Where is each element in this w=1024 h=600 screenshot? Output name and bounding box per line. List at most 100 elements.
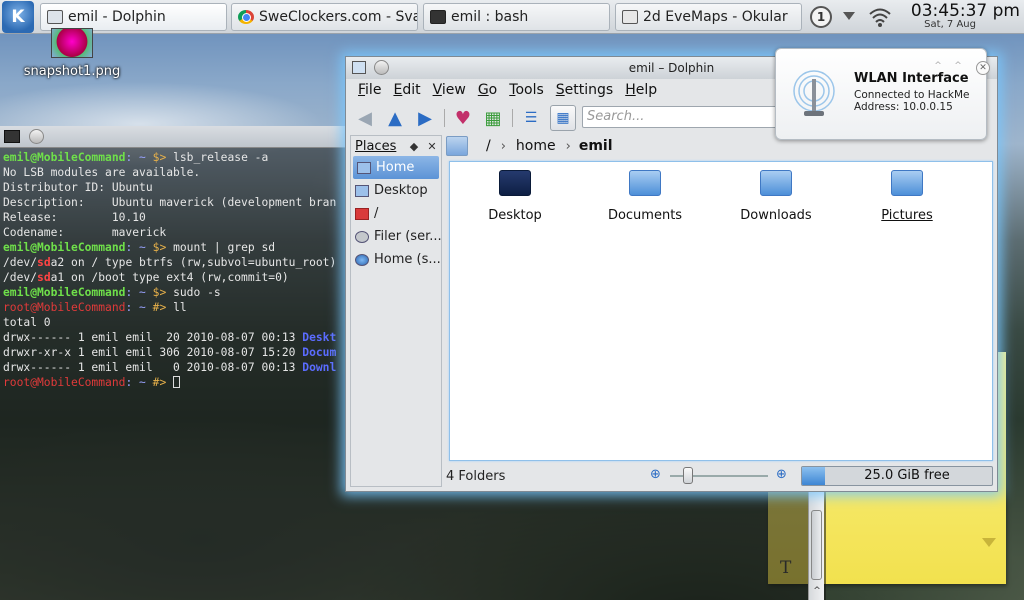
up-icon[interactable]: ▲ (382, 105, 408, 131)
image-file-icon (51, 28, 93, 58)
terminal-text: mount | grep sd (173, 241, 276, 254)
file-view[interactable]: Desktop Documents Downloads Pictures (449, 161, 993, 461)
places-title: Places (355, 138, 397, 154)
folder-icon (629, 170, 661, 196)
scroll-up-icon[interactable]: ^ (812, 586, 822, 596)
filter-icon[interactable]: ♥ (450, 105, 476, 131)
home-location-icon[interactable] (446, 136, 468, 156)
menu-file[interactable]: File (352, 79, 387, 103)
notification-line: Connected to HackMe (854, 89, 970, 101)
terminal-text: Deskt (302, 331, 337, 344)
folder-label: Desktop (488, 208, 542, 223)
close-panel-icon[interactable]: ✕ (423, 140, 441, 153)
float-panel-icon[interactable]: ◆ (405, 140, 423, 153)
zoom-out-icon[interactable]: ⊕ (650, 467, 661, 482)
folder-label: Downloads (740, 208, 812, 223)
back-icon[interactable]: ◀ (352, 105, 378, 131)
notification-up-icon[interactable]: ^ (932, 61, 944, 71)
close-icon[interactable]: ✕ (976, 61, 990, 75)
menu-label-rest: elp (635, 82, 658, 98)
place-label: Desktop (374, 183, 428, 198)
terminal-text: $> (152, 151, 174, 164)
task-okular[interactable]: 2d EveMaps - Okular (615, 3, 802, 31)
terminal-cursor (173, 376, 181, 388)
menu-go[interactable]: Go (472, 79, 503, 103)
folder-item[interactable]: Downloads (721, 170, 831, 223)
terminal-icon[interactable] (4, 130, 20, 143)
terminal-text: total 0 (3, 316, 51, 329)
breadcrumb-separator-icon[interactable]: › (566, 139, 571, 154)
terminal-line: Distributor ID: Ubuntu (3, 180, 346, 195)
terminal-line: emil@MobileCommand: ~ $> sudo -s (3, 285, 346, 300)
window-menu-button[interactable] (29, 129, 44, 144)
terminal-output[interactable]: emil@MobileCommand : ~ $> lsb_release -a N… (0, 150, 346, 590)
terminal-text: Codename: maverick (3, 226, 167, 239)
terminal-text: emil@MobileCommand (3, 286, 126, 299)
breadcrumb-current[interactable]: emil (579, 138, 613, 154)
terminal-text: root@MobileCommand (3, 376, 126, 389)
folder-icon (760, 170, 792, 196)
notification-count-badge[interactable]: 1 (810, 6, 832, 28)
wlan-notification[interactable]: ^ ^ ✕ WLAN Interface Connected to HackMe… (775, 48, 990, 140)
icons-view-icon[interactable]: ▦ (550, 105, 576, 131)
clock-date[interactable]: Sat, 7 Aug (898, 19, 976, 30)
terminal-text: Docum (302, 346, 337, 359)
terminal-line: No LSB modules are available. (3, 165, 346, 180)
details-view-icon[interactable]: ☰ (518, 105, 544, 131)
terminal-text: a1 on /boot type ext4 (rw,commit=0) (50, 271, 289, 284)
places-header: Places ◆ ✕ (351, 136, 441, 156)
zoom-slider-thumb[interactable] (683, 467, 694, 484)
menu-mnemonic: F (358, 82, 366, 98)
terminal-text: : ~ (125, 376, 153, 389)
wifi-icon[interactable] (868, 6, 892, 28)
menu-label-rest: ettings (564, 82, 614, 98)
terminal-text: sd (37, 256, 51, 269)
terminal-text: #> (152, 301, 174, 314)
task-chrome[interactable]: SweClockers.com - Svara (231, 3, 418, 31)
split-view-icon[interactable]: ▦ (480, 105, 506, 131)
taskbar: K emil - Dolphin SweClockers.com - Svara… (0, 0, 1024, 34)
task-terminal[interactable]: emil : bash (423, 3, 610, 31)
menu-label-rest: dit (402, 82, 421, 98)
notification-title: WLAN Interface (854, 71, 969, 86)
menu-mnemonic: H (625, 82, 636, 98)
place-label: Home (s... (374, 252, 441, 267)
menu-settings[interactable]: Settings (550, 79, 619, 103)
place-item[interactable]: Home (353, 156, 439, 179)
terminal-text: sudo -s (173, 286, 221, 299)
place-item[interactable]: / (351, 202, 441, 225)
forward-icon[interactable]: ▶ (412, 105, 438, 131)
folder-item[interactable]: Pictures (852, 170, 962, 223)
scrollbar-thumb[interactable] (811, 510, 822, 580)
clock-time[interactable]: 03:45:37 pm (898, 1, 1020, 21)
task-dolphin[interactable]: emil - Dolphin (40, 3, 227, 31)
folder-item[interactable]: Desktop (460, 170, 570, 223)
folder-item[interactable]: Documents (590, 170, 700, 223)
window-menu-button[interactable] (374, 60, 389, 75)
menu-mnemonic: S (555, 82, 565, 98)
breadcrumb-root[interactable]: / (486, 138, 491, 154)
menu-view[interactable]: View (427, 79, 472, 103)
breadcrumb-separator-icon[interactable]: › (501, 139, 506, 154)
place-item[interactable]: Home (s... (351, 248, 441, 271)
terminal-text: emil@MobileCommand (3, 241, 126, 254)
place-item[interactable]: Filer (ser... (351, 225, 441, 248)
tray-expand-icon[interactable] (843, 12, 855, 20)
place-item[interactable]: Desktop (351, 179, 441, 202)
zoom-in-icon[interactable]: ⊕ (776, 467, 787, 482)
places-panel: Places ◆ ✕ Home Desktop / Filer (ser... Home… (350, 135, 442, 487)
menu-label-rest: ools (515, 82, 544, 98)
root-folder-icon (355, 207, 369, 220)
menu-tools[interactable]: Tools (503, 79, 550, 103)
notification-up-icon[interactable]: ^ (952, 61, 964, 71)
network-drive-icon (355, 230, 369, 243)
sticky-menu-arrow-icon[interactable] (982, 538, 996, 547)
desktop-file-snapshot[interactable]: snapshot1.png (22, 28, 122, 79)
dolphin-app-icon[interactable] (352, 61, 366, 74)
terminal-text: lsb_release -a (173, 151, 269, 164)
menu-help[interactable]: Help (619, 79, 663, 103)
terminal-line: total 0 (3, 315, 346, 330)
breadcrumb-home[interactable]: home (516, 138, 556, 154)
desktop-file-label: snapshot1.png (23, 64, 121, 79)
menu-edit[interactable]: Edit (387, 79, 426, 103)
